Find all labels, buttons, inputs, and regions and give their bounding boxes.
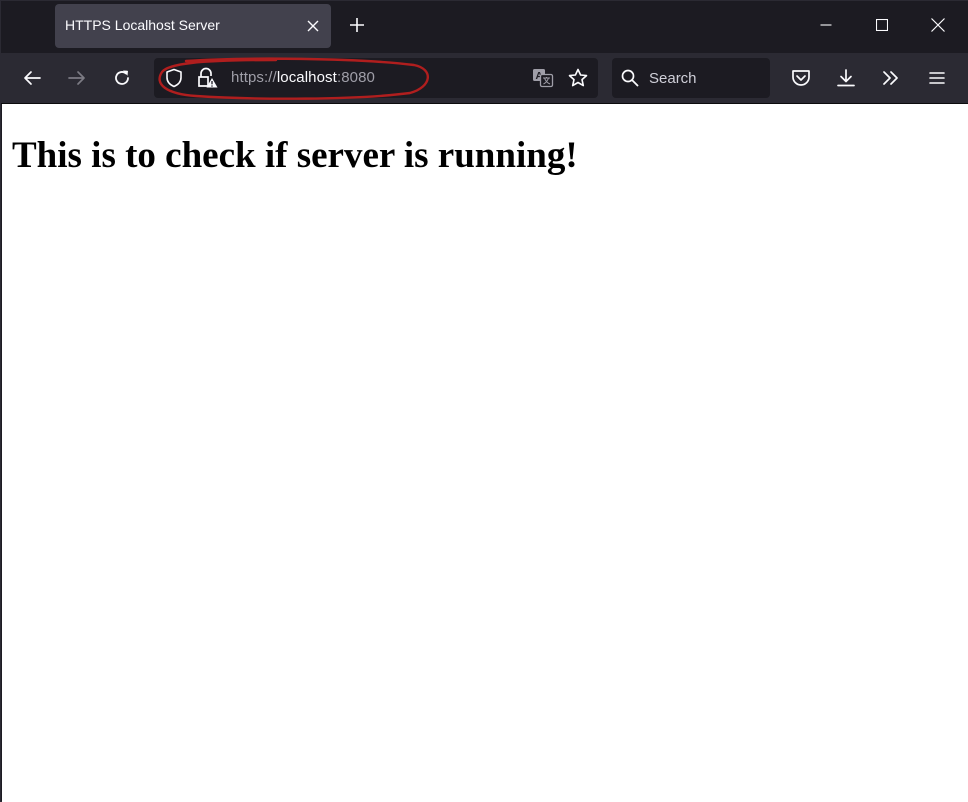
arrow-left-icon[interactable] <box>16 62 48 94</box>
tab-strip: HTTPS Localhost Server <box>1 1 968 53</box>
chevrons-right-icon[interactable] <box>875 62 907 94</box>
browser-window: HTTPS Localhost Server https://localhost… <box>0 0 968 802</box>
search-box[interactable]: Search <box>612 58 770 98</box>
lock-warning-icon[interactable] <box>191 62 223 94</box>
star-icon[interactable] <box>562 62 594 94</box>
search-placeholder: Search <box>649 70 697 87</box>
url-bar[interactable]: https://localhost:8080 A <box>154 58 598 98</box>
page-content: This is to check if server is running! <box>2 104 968 802</box>
pocket-icon[interactable] <box>785 62 817 94</box>
nav-toolbar: https://localhost:8080 A Search <box>1 53 968 104</box>
hamburger-icon[interactable] <box>921 62 953 94</box>
download-icon[interactable] <box>830 62 862 94</box>
plus-icon[interactable] <box>343 11 371 39</box>
url-host: localhost <box>276 69 337 86</box>
reload-icon[interactable] <box>106 62 138 94</box>
tab-title: HTTPS Localhost Server <box>65 17 220 33</box>
search-icon <box>614 62 646 94</box>
arrow-right-icon[interactable] <box>61 62 93 94</box>
url-scheme: https:// <box>231 69 277 86</box>
shield-icon[interactable] <box>158 62 190 94</box>
close-icon[interactable] <box>301 14 325 38</box>
minimize-icon[interactable] <box>798 1 854 49</box>
url-text: https://localhost:8080 <box>231 69 375 86</box>
window-close-icon[interactable] <box>910 1 966 49</box>
page-heading: This is to check if server is running! <box>12 135 578 176</box>
maximize-icon[interactable] <box>854 1 910 49</box>
tab-active[interactable]: HTTPS Localhost Server <box>55 4 331 48</box>
translate-icon[interactable]: A <box>527 62 559 94</box>
url-port: :8080 <box>336 69 375 86</box>
